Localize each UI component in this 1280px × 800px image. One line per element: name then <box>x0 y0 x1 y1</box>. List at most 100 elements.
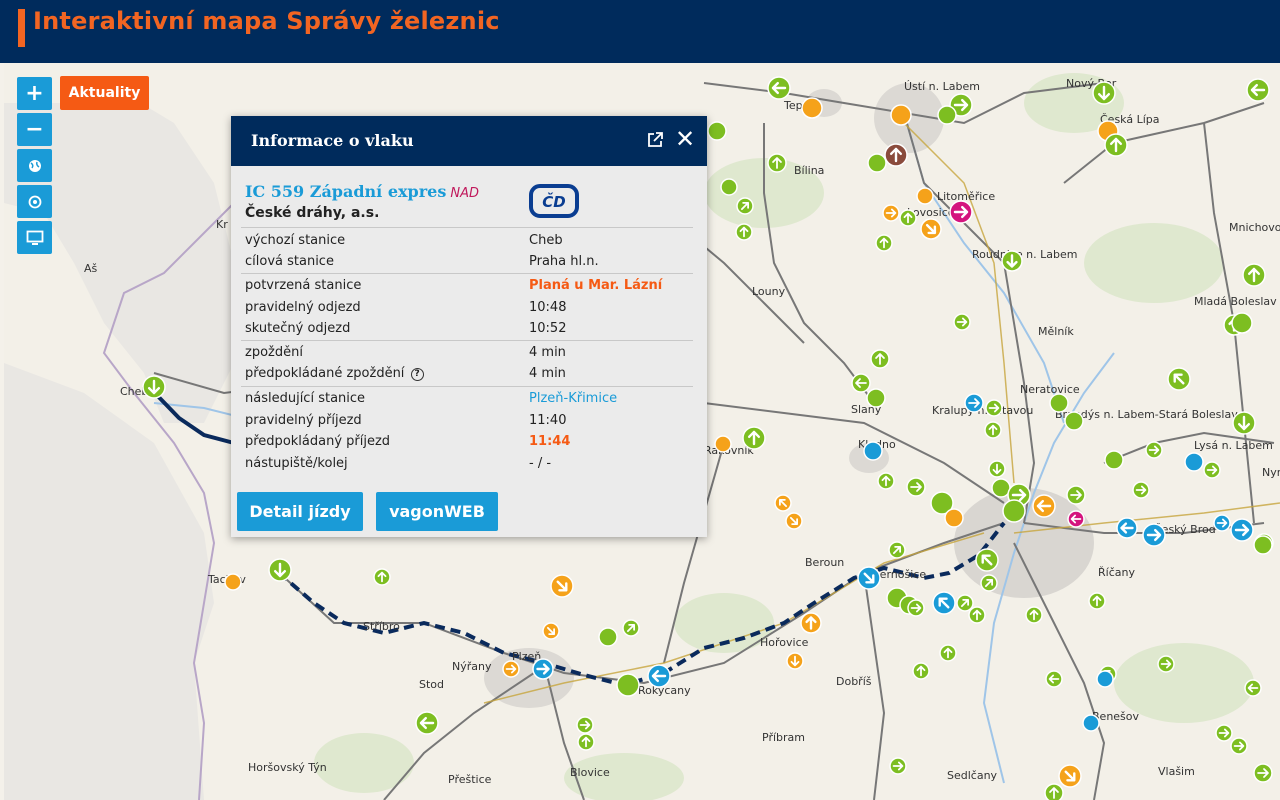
train-marker[interactable] <box>616 673 640 697</box>
train-marker[interactable] <box>1088 592 1106 610</box>
train-marker[interactable] <box>1244 679 1262 697</box>
train-marker[interactable] <box>1104 450 1124 470</box>
train-marker[interactable] <box>785 512 803 530</box>
train-marker[interactable] <box>647 664 671 688</box>
train-marker[interactable] <box>1246 78 1270 102</box>
train-marker[interactable] <box>502 660 520 678</box>
train-marker[interactable] <box>1215 724 1233 742</box>
train-marker[interactable] <box>920 218 942 240</box>
train-marker[interactable] <box>985 399 1003 417</box>
train-marker[interactable] <box>906 477 926 497</box>
train-marker[interactable] <box>268 558 292 582</box>
train-marker[interactable] <box>550 574 574 598</box>
train-marker[interactable] <box>968 606 986 624</box>
train-marker[interactable] <box>1092 81 1116 105</box>
train-marker[interactable] <box>1157 655 1175 673</box>
train-marker[interactable] <box>889 757 907 775</box>
train-marker[interactable] <box>1104 133 1128 157</box>
train-marker[interactable] <box>890 104 912 126</box>
train-marker[interactable] <box>542 622 560 640</box>
train-marker[interactable] <box>735 223 753 241</box>
train-marker[interactable] <box>224 573 242 591</box>
train-marker[interactable] <box>1231 312 1253 334</box>
train-marker[interactable] <box>622 619 640 637</box>
train-marker[interactable] <box>949 200 973 224</box>
train-marker[interactable] <box>720 178 738 196</box>
train-marker[interactable] <box>1049 393 1069 413</box>
train-marker[interactable] <box>956 594 974 612</box>
train-marker[interactable] <box>576 716 594 734</box>
locate-button[interactable] <box>17 185 52 218</box>
train-marker[interactable] <box>1184 452 1204 472</box>
info-row-value[interactable]: Plzeň-Křimice <box>529 391 617 406</box>
basemap-button[interactable] <box>17 149 52 182</box>
train-marker[interactable] <box>899 209 917 227</box>
train-marker[interactable] <box>1025 606 1043 624</box>
train-marker[interactable] <box>882 204 900 222</box>
train-marker[interactable] <box>932 591 956 615</box>
train-marker[interactable] <box>1067 510 1085 528</box>
train-marker[interactable] <box>1058 764 1082 788</box>
close-icon[interactable]: ✕ <box>674 127 696 151</box>
zoom-in-button[interactable]: + <box>17 77 52 110</box>
train-marker[interactable] <box>980 574 998 592</box>
train-marker[interactable] <box>1002 499 1026 523</box>
train-marker[interactable] <box>598 627 618 647</box>
train-marker[interactable] <box>1001 250 1023 272</box>
train-marker[interactable] <box>1066 485 1086 505</box>
train-marker[interactable] <box>707 121 727 141</box>
train-marker[interactable] <box>984 421 1002 439</box>
train-marker[interactable] <box>767 153 787 173</box>
train-marker[interactable] <box>1230 518 1254 542</box>
train-marker[interactable] <box>1253 535 1273 555</box>
train-marker[interactable] <box>937 105 957 125</box>
train-marker[interactable] <box>975 548 999 572</box>
train-marker[interactable] <box>877 472 895 490</box>
train-marker[interactable] <box>1242 263 1266 287</box>
train-marker[interactable] <box>863 441 883 461</box>
train-marker[interactable] <box>786 652 804 670</box>
train-marker[interactable] <box>1203 461 1221 479</box>
train-marker[interactable] <box>867 153 887 173</box>
train-marker[interactable] <box>1232 411 1256 435</box>
train-marker[interactable] <box>870 349 890 369</box>
train-marker[interactable] <box>801 97 823 119</box>
train-marker[interactable] <box>1064 411 1084 431</box>
train-marker[interactable] <box>875 234 893 252</box>
train-marker[interactable] <box>142 375 166 399</box>
train-marker[interactable] <box>1044 783 1064 800</box>
train-marker[interactable] <box>1032 494 1056 518</box>
train-marker[interactable] <box>1167 367 1191 391</box>
help-icon[interactable]: ? <box>410 368 424 381</box>
train-marker[interactable] <box>944 508 964 528</box>
train-marker[interactable] <box>1230 737 1248 755</box>
train-marker[interactable] <box>742 426 766 450</box>
external-link-icon[interactable] <box>645 130 665 150</box>
train-marker[interactable] <box>1145 441 1163 459</box>
train-marker[interactable] <box>939 644 957 662</box>
train-marker[interactable] <box>1096 670 1114 688</box>
train-marker[interactable] <box>774 494 792 512</box>
train-marker[interactable] <box>577 733 595 751</box>
train-marker[interactable] <box>888 541 906 559</box>
train-marker[interactable] <box>953 313 971 331</box>
train-marker[interactable] <box>736 197 754 215</box>
train-marker[interactable] <box>767 76 791 100</box>
train-marker[interactable] <box>912 662 930 680</box>
train-marker[interactable] <box>1045 670 1063 688</box>
train-marker[interactable] <box>907 599 925 617</box>
train-marker[interactable] <box>415 711 439 735</box>
train-marker[interactable] <box>988 460 1006 478</box>
display-button[interactable] <box>17 221 52 254</box>
detail-button[interactable]: Detail jízdy <box>237 492 363 531</box>
train-marker[interactable] <box>1116 517 1138 539</box>
info-row-value[interactable]: Planá u Mar. Lázní <box>529 278 662 293</box>
train-marker[interactable] <box>857 566 881 590</box>
train-marker[interactable] <box>916 187 934 205</box>
train-marker[interactable] <box>866 388 886 408</box>
train-marker[interactable] <box>714 435 732 453</box>
train-marker[interactable] <box>1253 763 1273 783</box>
train-marker[interactable] <box>1082 714 1100 732</box>
vagonweb-button[interactable]: vagonWEB <box>376 492 498 531</box>
train-marker[interactable] <box>1132 481 1150 499</box>
